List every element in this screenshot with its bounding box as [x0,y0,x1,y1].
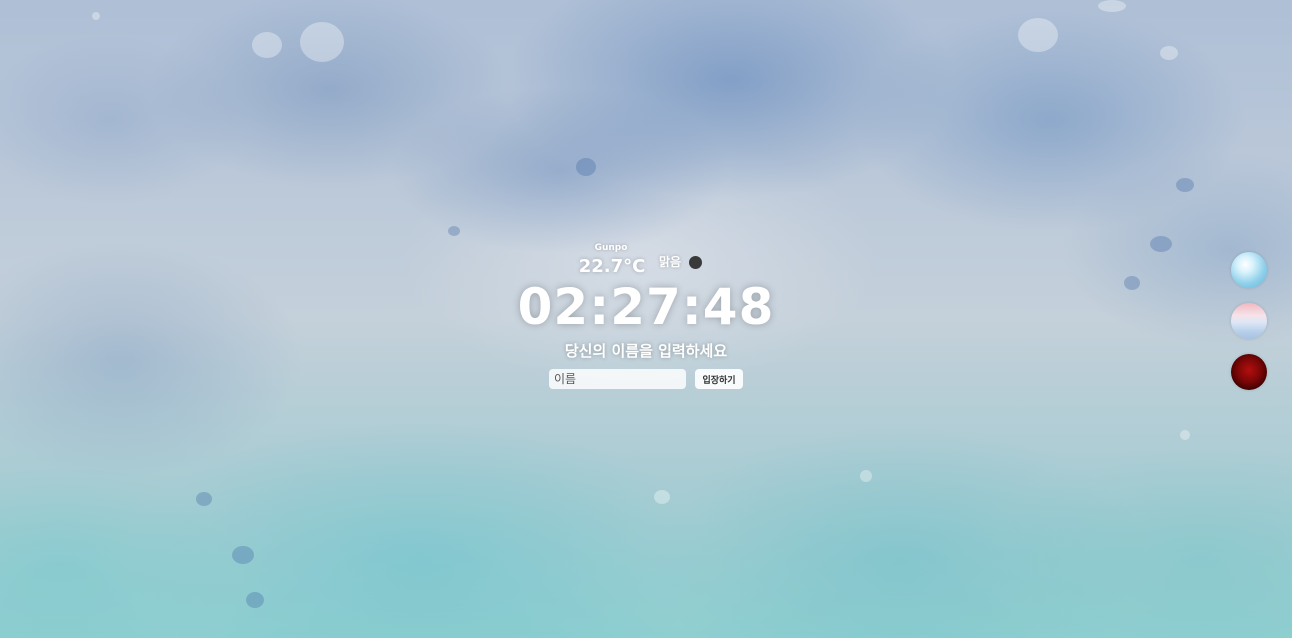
name-prompt: 당신의 이름을 입력하세요 [564,342,728,360]
weather-description: 맑음 [659,255,682,269]
weather-city: Gunpo [594,243,628,253]
page: { "weather": { "city": "Gunpo", "tempera… [0,0,1292,638]
theme-red-button[interactable] [1231,354,1267,390]
enter-button[interactable]: 입장하기 [695,369,743,389]
weather-temperature: 22.7°C [578,256,646,277]
name-input[interactable] [549,369,686,389]
theme-sky-button[interactable] [1231,252,1267,288]
theme-pink-button[interactable] [1231,303,1267,339]
main-content: Gunpo 22.7°C 맑음 02:27:48 당신의 이름을 입력하세요 입… [0,0,1292,638]
clock: 02:27:48 [517,278,775,336]
clear-night-icon [689,256,702,269]
